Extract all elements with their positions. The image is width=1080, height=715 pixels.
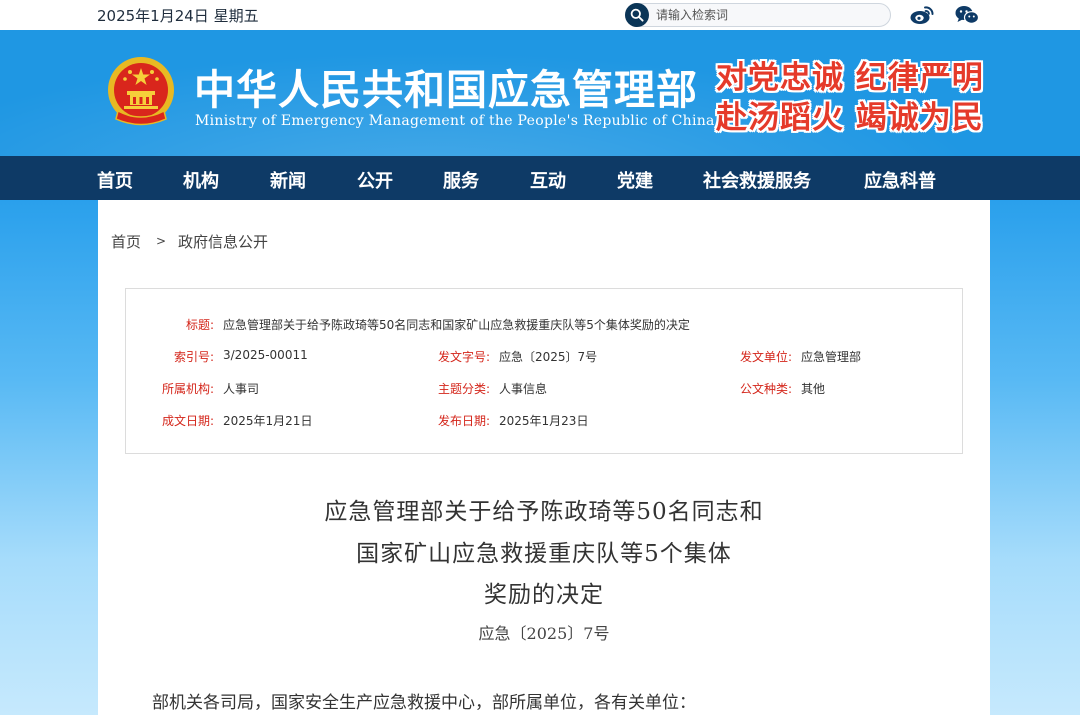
wechat-link[interactable]: [954, 4, 980, 26]
search-icon: [630, 8, 644, 22]
document-title-line-3: 奖励的决定: [484, 582, 604, 608]
weibo-link[interactable]: [909, 4, 935, 26]
document-title-line-1: 应急管理部关于给予陈政琦等50名同志和: [324, 499, 764, 525]
info-issuer-label: 发文单位:: [739, 350, 792, 364]
nav-item-party[interactable]: 党建: [617, 167, 653, 193]
breadcrumb-current[interactable]: 政府信息公开: [178, 231, 268, 252]
info-index-value: 3/2025-00011: [223, 348, 308, 362]
info-published-value: 2025年1月23日: [499, 414, 589, 428]
info-title-label: 标题:: [185, 318, 214, 332]
document-title-line-2: 国家矿山应急救援重庆队等5个集体: [356, 541, 732, 567]
document-salutation: 部机关各司局，国家安全生产应急救援中心，部所属单位，各有关单位：: [152, 693, 696, 713]
nav-item-news[interactable]: 新闻: [270, 167, 306, 193]
nav-item-disclosure[interactable]: 公开: [357, 167, 393, 193]
site-title: 中华人民共和国应急管理部: [194, 66, 698, 114]
info-index-label: 索引号:: [173, 350, 214, 364]
info-issuer-value: 应急管理部: [801, 350, 862, 364]
national-emblem-icon: [108, 57, 174, 126]
info-docno-value: 应急〔2025〕7号: [499, 350, 598, 364]
national-emblem-logo[interactable]: [106, 55, 176, 131]
info-org-label: 所属机构:: [161, 382, 214, 396]
search-box: [625, 3, 891, 27]
header-banner: 中华人民共和国应急管理部 Ministry of Emergency Manag…: [0, 30, 1080, 156]
nav-item-interaction[interactable]: 互动: [530, 167, 566, 193]
document-number: 应急〔2025〕7号: [478, 624, 610, 643]
main-content: 首页 > 政府信息公开 标题: 应急管理部关于给予陈政琦等50名同志和国家矿山应…: [98, 200, 990, 715]
info-category-label: 主题分类:: [437, 382, 490, 396]
weibo-icon: [910, 6, 934, 24]
search-input[interactable]: [656, 6, 876, 23]
info-created-value: 2025年1月21日: [223, 414, 313, 428]
slogan-line-2: 赴汤蹈火 竭诚为民: [716, 100, 984, 136]
top-bar: 2025年1月24日 星期五: [0, 0, 1080, 30]
wechat-icon: [955, 6, 980, 24]
nav-item-organization[interactable]: 机构: [183, 167, 219, 193]
info-org-value: 人事司: [223, 382, 260, 396]
current-date: 2025年1月24日 星期五: [97, 7, 259, 25]
info-type-value: 其他: [801, 382, 826, 396]
nav-item-home[interactable]: 首页: [97, 167, 133, 193]
search-button[interactable]: [625, 3, 649, 27]
nav-item-social-rescue[interactable]: 社会救援服务: [703, 167, 811, 193]
breadcrumb-separator: >: [156, 234, 167, 248]
info-published-label: 发布日期:: [437, 414, 490, 428]
slogan-line-1: 对党忠诚 纪律严明: [716, 60, 984, 96]
info-type-label: 公文种类:: [739, 382, 792, 396]
info-category-value: 人事信息: [499, 382, 548, 396]
nav-item-services[interactable]: 服务: [443, 167, 479, 193]
document-info-table: 标题: 应急管理部关于给予陈政琦等50名同志和国家矿山应急救援重庆队等5个集体奖…: [125, 288, 963, 454]
info-docno-label: 发文字号:: [437, 350, 490, 364]
info-created-label: 成文日期:: [161, 414, 214, 428]
info-title-value: 应急管理部关于给予陈政琦等50名同志和国家矿山应急救援重庆队等5个集体奖励的决定: [223, 318, 690, 332]
nav-item-science[interactable]: 应急科普: [864, 167, 936, 193]
main-nav: 首页 机构 新闻 公开 服务 互动 党建 社会救援服务 应急科普: [0, 156, 1080, 200]
site-subtitle: Ministry of Emergency Management of the …: [195, 113, 715, 129]
breadcrumb-home[interactable]: 首页: [111, 231, 141, 252]
